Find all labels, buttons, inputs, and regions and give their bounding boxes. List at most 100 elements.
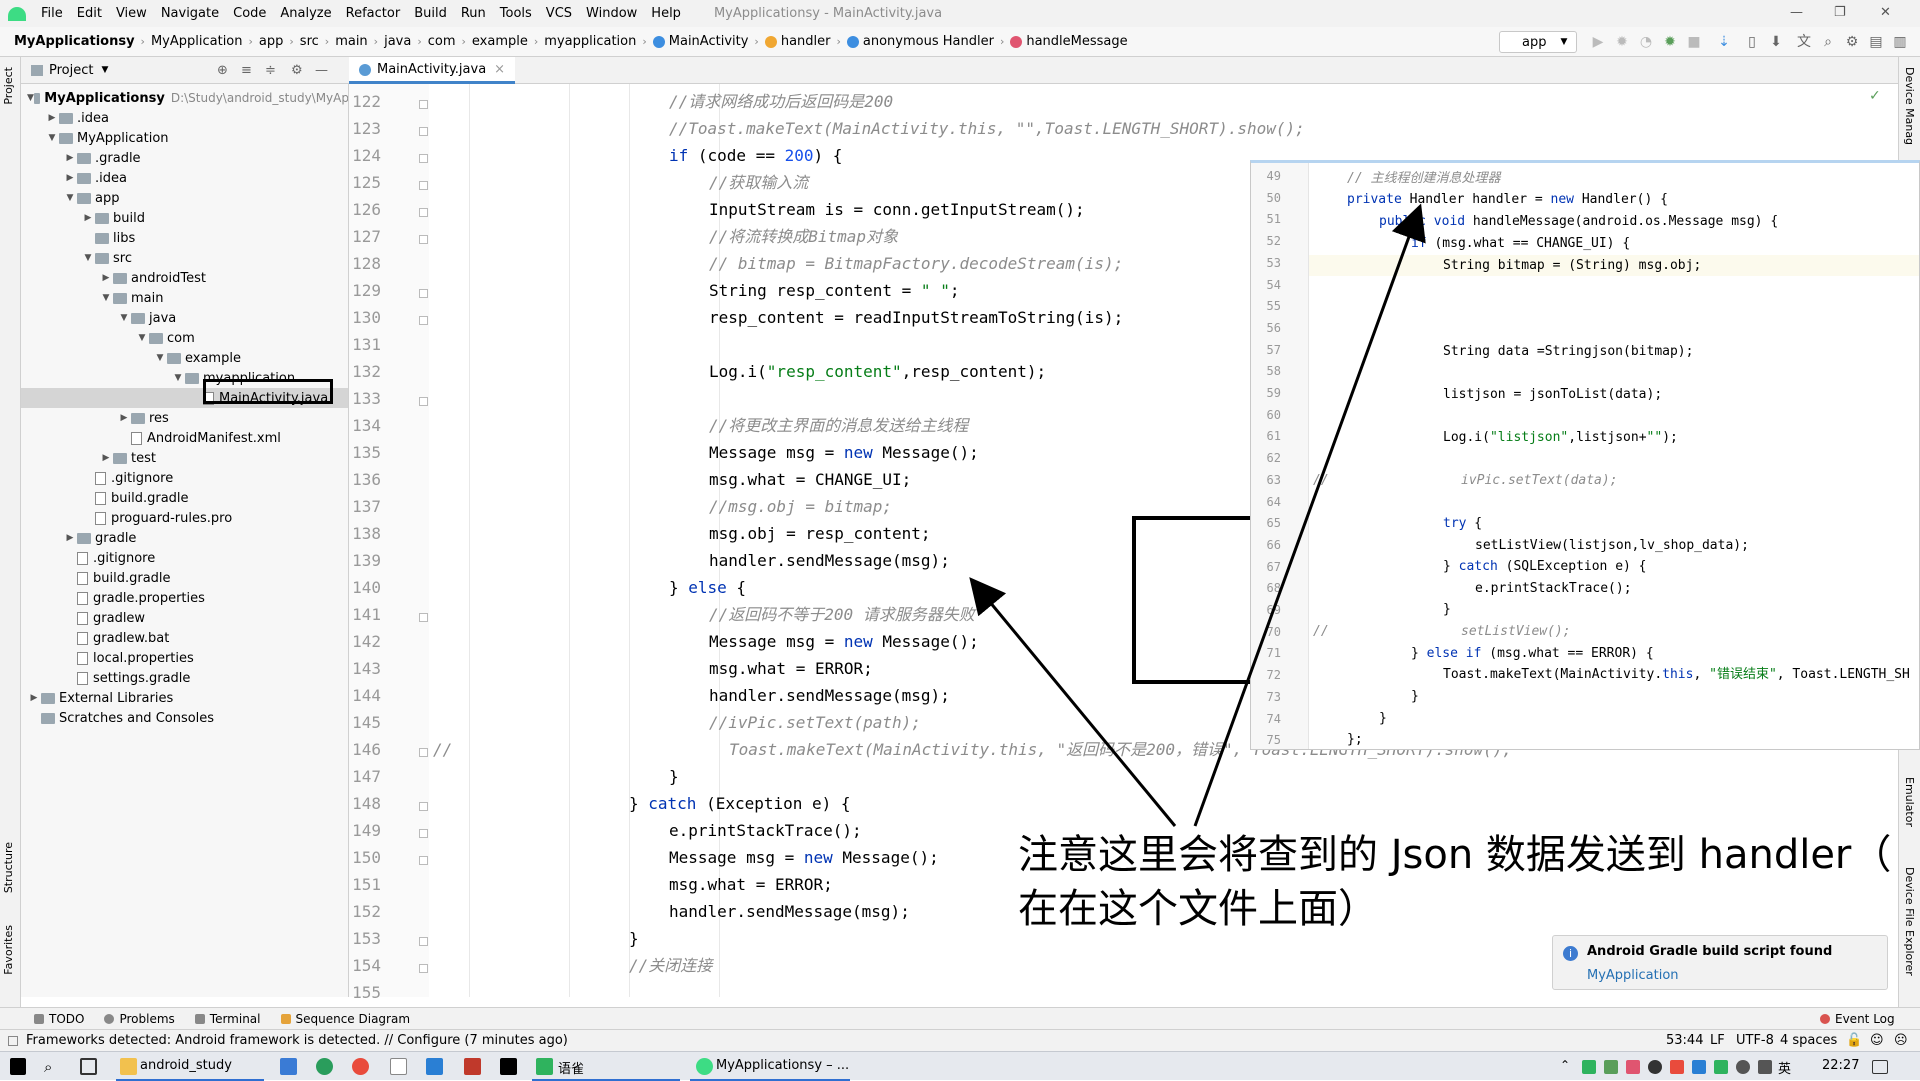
select-opened-file-icon[interactable]: ⊕ (217, 63, 228, 78)
run-icon[interactable]: ▶ (1590, 34, 1606, 50)
input-method-indicator[interactable]: 英 (1778, 1058, 1791, 1077)
menu-run[interactable]: Run (454, 6, 493, 21)
tree-build[interactable]: ▶ build (21, 208, 348, 228)
maximize-icon[interactable]: ❐ (1834, 5, 1846, 20)
indent-setting[interactable]: 4 spaces (1780, 1033, 1837, 1048)
settings-icon[interactable]: ⚙ (1844, 34, 1860, 50)
tree-src[interactable]: ▼ src (21, 248, 348, 268)
sequence-diagram-tab[interactable]: Sequence Diagram (280, 1012, 410, 1026)
chevron-right-icon[interactable]: ▶ (45, 113, 59, 123)
chevron-right-icon[interactable]: ▶ (63, 533, 77, 543)
menu-code[interactable]: Code (226, 6, 273, 21)
yuque-icon[interactable] (536, 1058, 553, 1075)
fold-marker-icon[interactable] (419, 154, 428, 163)
status-toggle-icon[interactable] (8, 1035, 18, 1046)
tab-mainactivity[interactable]: MainActivity.java × (349, 57, 516, 84)
fold-marker-icon[interactable] (419, 397, 428, 406)
tree-scratches[interactable]: Scratches and Consoles (21, 708, 348, 728)
tree-gradle-dir[interactable]: ▶ .gradle (21, 148, 348, 168)
chevron-right-icon[interactable]: ▶ (81, 213, 95, 223)
device-manager-tool-tab[interactable]: Device Manag (1903, 67, 1916, 145)
taskbar-android-study[interactable]: android_study (140, 1058, 232, 1073)
favorites-tool-tab[interactable]: Favorites (2, 925, 15, 975)
mail-icon[interactable] (280, 1058, 297, 1075)
tray-app-icon[interactable] (1582, 1060, 1596, 1074)
chevron-down-icon[interactable]: ▼ (153, 353, 167, 363)
chevron-down-icon[interactable]: ▼ (101, 65, 108, 75)
collapse-all-icon[interactable]: ≑ (265, 63, 276, 78)
windows-start-icon[interactable] (10, 1058, 26, 1075)
line-separator[interactable]: LF (1710, 1033, 1725, 1048)
file-encoding[interactable]: UTF-8 (1736, 1033, 1774, 1048)
chevron-down-icon[interactable]: ▼ (171, 373, 185, 383)
fold-marker-icon[interactable] (419, 748, 428, 757)
profile-icon[interactable]: ◔ (1638, 34, 1654, 50)
todo-tab[interactable]: TODO (34, 1012, 84, 1026)
problems-tab[interactable]: Problems (104, 1012, 175, 1026)
chevron-down-icon[interactable]: ▼ (63, 193, 77, 203)
tree-app-gitignore[interactable]: .gitignore (21, 468, 348, 488)
tray-app-icon[interactable] (1626, 1060, 1640, 1074)
menu-file[interactable]: File (34, 6, 70, 21)
menu-window[interactable]: Window (579, 6, 644, 21)
chevron-down-icon[interactable]: ▼ (135, 333, 149, 343)
tree-test[interactable]: ▶ test (21, 448, 348, 468)
hide-panel-icon[interactable]: — (315, 63, 328, 78)
tree-app-build-gradle[interactable]: build.gradle (21, 488, 348, 508)
menu-help[interactable]: Help (644, 6, 688, 21)
fold-marker-icon[interactable] (419, 289, 428, 298)
inspection-ok-icon[interactable]: ✓ (1869, 88, 1881, 104)
task-view-icon[interactable] (80, 1058, 97, 1075)
run-configuration-select[interactable]: app ▼ (1499, 31, 1577, 53)
taskbar-clock[interactable]: 22:27 (1822, 1058, 1859, 1073)
chevron-right-icon[interactable]: ▶ (63, 173, 77, 183)
breadcrumb-package[interactable]: myapplication (540, 34, 640, 49)
menu-vcs[interactable]: VCS (539, 6, 579, 21)
tree-gradle[interactable]: ▶ gradle (21, 528, 348, 548)
attach-debugger-icon[interactable]: ✹ (1662, 34, 1678, 50)
device-manager-icon[interactable]: ▯ (1744, 34, 1760, 50)
fold-marker-icon[interactable] (419, 613, 428, 622)
breadcrumb-com[interactable]: com (424, 34, 460, 49)
tree-external-libraries[interactable]: ▶ External Libraries (21, 688, 348, 708)
tree-gradlew-bat[interactable]: gradlew.bat (21, 628, 348, 648)
fold-marker-icon[interactable] (419, 829, 428, 838)
action-center-icon[interactable] (1872, 1060, 1888, 1074)
expand-all-icon[interactable]: ≡ (241, 63, 252, 78)
tree-libs[interactable]: libs (21, 228, 348, 248)
tree-main[interactable]: ▼ main (21, 288, 348, 308)
tray-chevron-up-icon[interactable]: ⌃ (1560, 1058, 1570, 1072)
tree-root[interactable]: ▼ MyApplicationsy D:\Study\android_study\M… (21, 88, 348, 108)
menu-build[interactable]: Build (407, 6, 454, 21)
tree-example[interactable]: ▼ example (21, 348, 348, 368)
menu-view[interactable]: View (109, 6, 154, 21)
chevron-right-icon[interactable]: ▶ (27, 693, 41, 703)
tree-androidmanifest[interactable]: AndroidManifest.xml (21, 428, 348, 448)
typora-icon[interactable] (390, 1058, 407, 1075)
chevron-down-icon[interactable]: ▼ (99, 293, 113, 303)
fold-marker-icon[interactable] (419, 127, 428, 136)
notification-link[interactable]: MyApplication (1587, 968, 1679, 983)
project-tool-tab[interactable]: Project (2, 67, 15, 105)
tree-proguard-rules[interactable]: proguard-rules.pro (21, 508, 348, 528)
lock-icon[interactable]: 🔓 (1846, 1033, 1862, 1048)
feedback-icon[interactable]: ☺ (1870, 1033, 1884, 1048)
gear-icon[interactable]: ⚙ (291, 63, 303, 78)
tray-app-icon[interactable] (1692, 1060, 1706, 1074)
debug-icon[interactable]: ✹ (1614, 34, 1630, 50)
vscode-icon[interactable] (426, 1058, 443, 1075)
notifications-icon[interactable]: ▥ (1892, 34, 1908, 50)
taskbar-yuque[interactable]: 语雀 (558, 1058, 584, 1077)
file-explorer-icon[interactable] (120, 1058, 137, 1075)
breadcrumb-field[interactable]: handler (761, 34, 835, 49)
breadcrumb-main[interactable]: main (331, 34, 371, 49)
structure-tool-tab[interactable]: Structure (2, 842, 15, 893)
sdk-manager-icon[interactable]: ⬇ (1768, 34, 1784, 50)
volume-icon[interactable] (1758, 1060, 1772, 1074)
breadcrumb-method[interactable]: handleMessage (1006, 34, 1131, 49)
terminal-tab[interactable]: Terminal (194, 1012, 261, 1026)
fold-marker-icon[interactable] (419, 181, 428, 190)
fold-marker-icon[interactable] (419, 856, 428, 865)
fold-marker-icon[interactable] (419, 235, 428, 244)
search-icon[interactable]: ⌕ (1820, 34, 1836, 50)
